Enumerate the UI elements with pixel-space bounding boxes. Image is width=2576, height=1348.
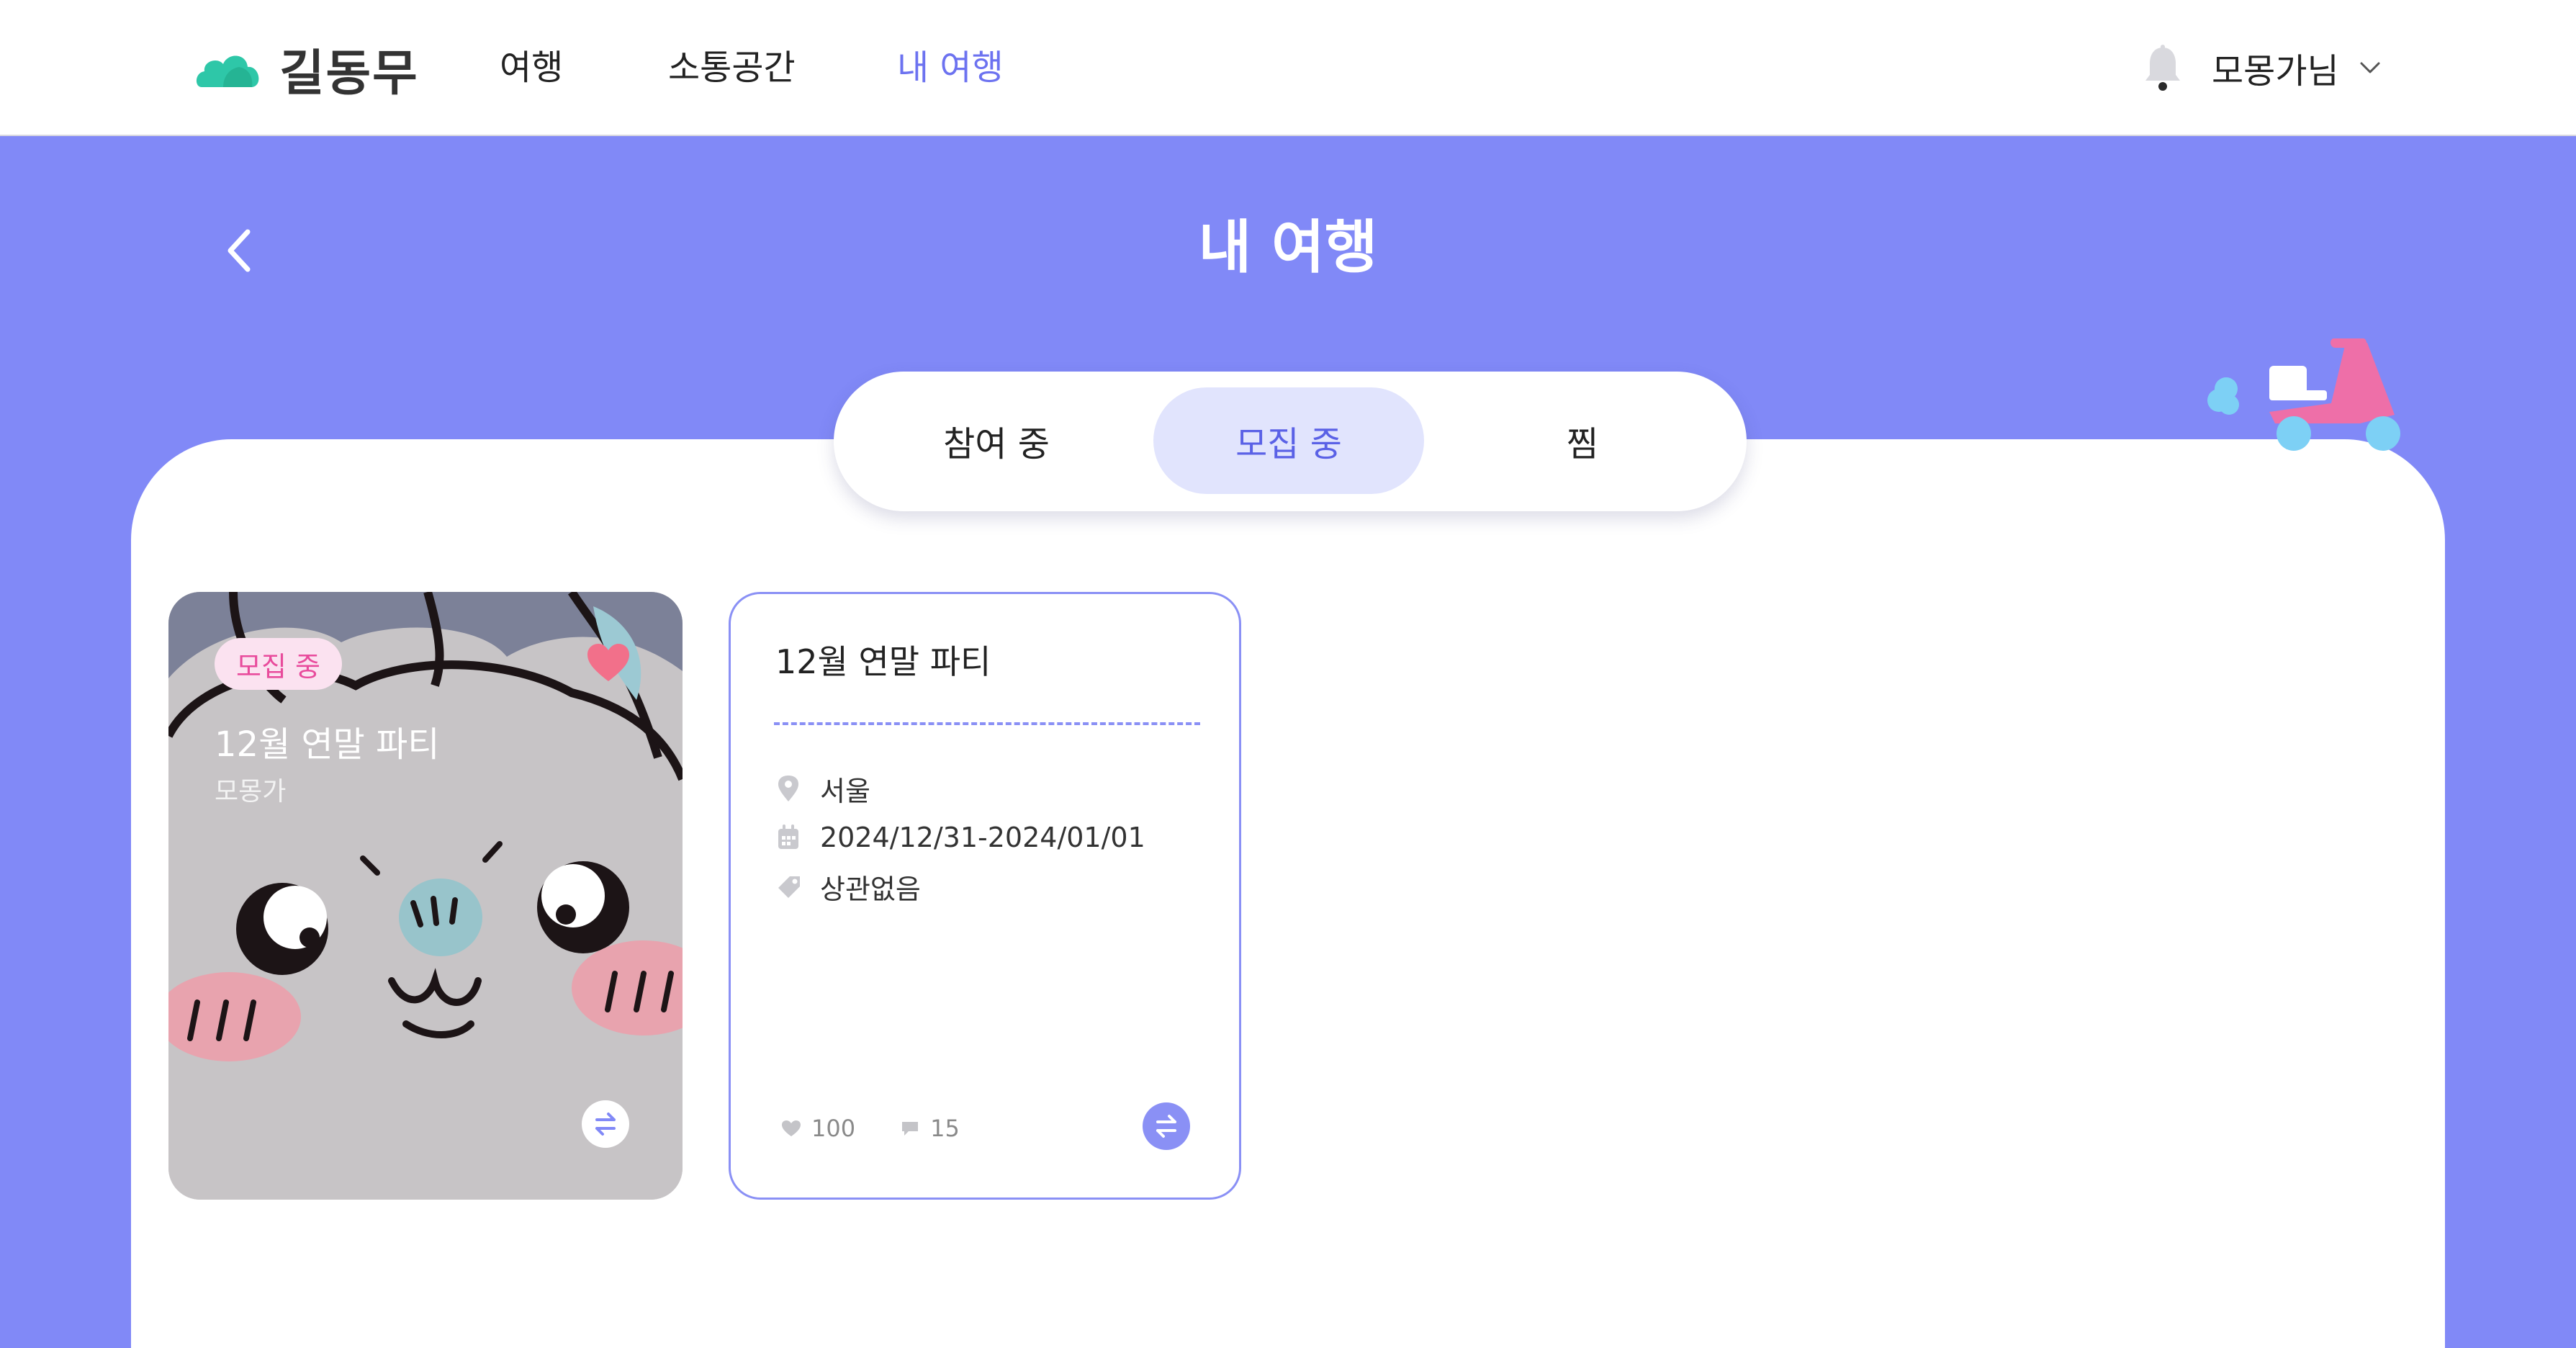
trip-title: 12월 연말 파티 [775, 642, 991, 681]
trip-stats: 100 15 [781, 1111, 960, 1146]
brand-logo[interactable]: 길동무 [194, 37, 419, 102]
trip-location: 서울 [820, 775, 870, 807]
flip-card-button[interactable] [582, 1100, 629, 1148]
trip-card-image[interactable]: 모집 중 12월 연말 파티 모몽가 [168, 592, 683, 1200]
nav-item-travel[interactable]: 여행 [500, 43, 563, 92]
trip-dates: 2024/12/31-2024/01/01 [820, 822, 1145, 853]
user-name: 모몽가님 [2212, 51, 2339, 91]
trip-tag-row: 상관없음 [775, 866, 921, 907]
like-count: 100 [811, 1115, 856, 1142]
trip-dates-row: 2024/12/31-2024/01/01 [775, 817, 1145, 858]
map-pin-icon [778, 776, 798, 801]
comment-count: 15 [930, 1115, 960, 1142]
cloud-logo-icon [196, 55, 259, 87]
trip-card-info[interactable]: 12월 연말 파티 서울 2024/12/31-2024/01/01 상관없음 [729, 592, 1241, 1200]
status-badge: 모집 중 [215, 638, 342, 690]
flip-card-button[interactable] [1143, 1102, 1190, 1150]
bell-icon[interactable] [2143, 45, 2183, 92]
brand-name: 길동무 [279, 45, 419, 102]
tab-saved[interactable]: 찜 [1447, 387, 1718, 494]
top-navigation-bar: 길동무 여행 소통공간 내 여행 모몽가님 [0, 0, 2576, 136]
trip-status-tabs: 참여 중 모집 중 찜 [834, 372, 1747, 511]
heart-icon[interactable] [586, 642, 631, 683]
tab-participating[interactable]: 참여 중 [861, 387, 1132, 494]
divider [774, 722, 1200, 725]
swap-arrows-icon [595, 1113, 616, 1136]
trip-location-row: 서울 [775, 768, 870, 809]
comment-icon [902, 1122, 919, 1136]
nav-item-my-trips[interactable]: 내 여행 [897, 43, 1004, 92]
tag-icon [778, 876, 800, 898]
trip-tag: 상관없음 [820, 873, 921, 905]
swap-arrows-icon [1156, 1115, 1176, 1138]
heart-icon [782, 1120, 801, 1136]
calendar-icon [778, 824, 798, 849]
trip-title: 12월 연말 파티 [215, 724, 440, 765]
trip-author: 모몽가 [215, 777, 287, 806]
page-title: 내 여행 [1198, 214, 1378, 281]
scooter-illustration [2207, 338, 2400, 451]
tab-recruiting[interactable]: 모집 중 [1153, 387, 1424, 494]
nav-item-community[interactable]: 소통공간 [668, 43, 796, 92]
chevron-down-icon [2360, 62, 2380, 73]
user-menu[interactable]: 모몽가님 [2212, 43, 2381, 92]
